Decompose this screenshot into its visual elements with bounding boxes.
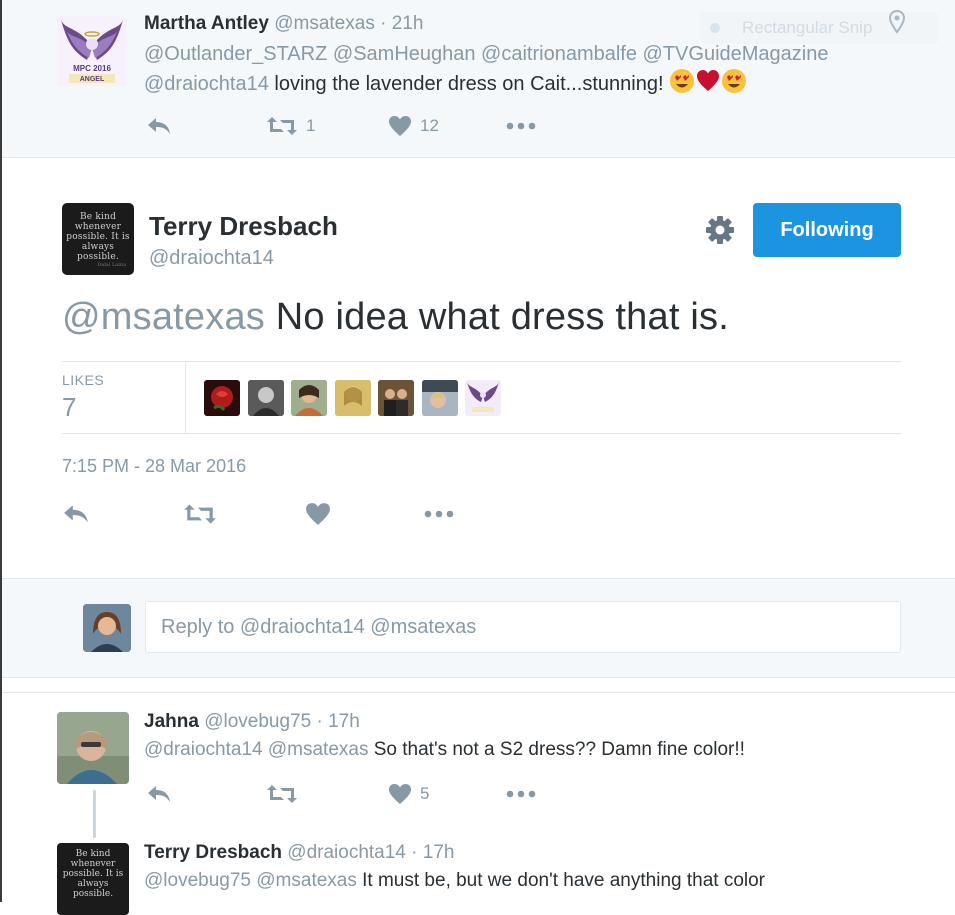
my-avatar bbox=[83, 604, 131, 652]
mention-list[interactable]: @Outlander_STARZ @SamHeughan @caitrionam… bbox=[144, 43, 828, 65]
likes-count[interactable]: 7 bbox=[62, 392, 76, 423]
tweet-body: loving the lavender dress on Cait...stun… bbox=[274, 73, 664, 95]
avatar[interactable]: MPC 2016 ANGEL bbox=[57, 16, 127, 86]
author-name[interactable]: Martha Antley bbox=[144, 13, 269, 34]
avatar-subtext: ANGEL bbox=[80, 76, 105, 83]
thread-connector bbox=[93, 790, 96, 838]
avatar[interactable]: Be kind whenever possible. It is always … bbox=[57, 843, 129, 915]
stats-divider bbox=[185, 362, 186, 433]
liker-avatar[interactable] bbox=[378, 380, 414, 416]
following-button[interactable]: Following bbox=[753, 203, 901, 257]
retweet-count: 1 bbox=[306, 116, 316, 135]
retweet-icon bbox=[267, 117, 297, 135]
retweet-button[interactable]: 1 bbox=[266, 111, 315, 141]
mention-list[interactable]: @draiochta14 @msatexas bbox=[144, 739, 368, 760]
like-button[interactable]: 12 bbox=[388, 111, 439, 141]
more-button[interactable] bbox=[506, 779, 536, 809]
liker-avatar[interactable] bbox=[291, 380, 327, 416]
tweet-body: No idea what dress that is. bbox=[275, 296, 729, 338]
like-button[interactable]: 5 bbox=[388, 779, 429, 809]
like-button[interactable] bbox=[305, 499, 331, 529]
retweet-button[interactable] bbox=[266, 779, 298, 809]
avatar-quote-text: Be kind whenever possible. It is always … bbox=[62, 849, 124, 899]
author-name[interactable]: Jahna bbox=[144, 711, 199, 732]
avatar[interactable] bbox=[57, 712, 129, 784]
more-button[interactable] bbox=[506, 111, 536, 141]
heart-eyes-emoji-icon bbox=[669, 68, 695, 102]
avatar-text: MPC 2016 bbox=[73, 64, 111, 73]
reply-input[interactable]: Reply to @draiochta14 @msatexas bbox=[145, 601, 901, 653]
record-dot-icon bbox=[710, 23, 720, 33]
author-name[interactable]: Terry Dresbach bbox=[149, 211, 338, 242]
mention[interactable]: @msatexas bbox=[62, 296, 265, 338]
author-handle[interactable]: @lovebug75 bbox=[204, 711, 311, 732]
reply-placeholder: Reply to @draiochta14 @msatexas bbox=[161, 616, 477, 638]
separator-dot: · bbox=[380, 13, 387, 34]
separator-dot: · bbox=[316, 711, 323, 732]
tweet-header: Terry Dresbach @draiochta14 · 17h bbox=[144, 842, 454, 864]
tweet-stats: LIKES 7 bbox=[62, 361, 901, 434]
reply-button[interactable] bbox=[146, 779, 172, 809]
liker-avatar[interactable] bbox=[248, 380, 284, 416]
avatar[interactable]: Be kind whenever possible. It is always … bbox=[62, 203, 134, 275]
liker-avatar[interactable] bbox=[422, 380, 458, 416]
tweet-text: @msatexas No idea what dress that is. bbox=[62, 296, 729, 339]
avatar-signature: Dalai Lama bbox=[97, 262, 126, 268]
like-count: 5 bbox=[420, 784, 430, 803]
more-dots-icon bbox=[506, 790, 536, 798]
reply-button[interactable] bbox=[62, 499, 90, 529]
reply-button[interactable] bbox=[146, 111, 172, 141]
reply-icon bbox=[148, 118, 170, 134]
like-count: 12 bbox=[420, 116, 439, 135]
more-button[interactable] bbox=[423, 499, 455, 529]
tweet-text: @lovebug75 @msatexas It must be, but we … bbox=[144, 867, 765, 895]
author-handle[interactable]: @msatexas bbox=[274, 13, 375, 34]
heart-icon bbox=[306, 503, 330, 525]
location-pin-icon bbox=[888, 9, 906, 39]
liker-avatar[interactable] bbox=[204, 380, 240, 416]
more-dots-icon bbox=[424, 510, 454, 518]
retweet-button[interactable] bbox=[183, 499, 217, 529]
separator-dot: · bbox=[411, 842, 418, 863]
author-handle[interactable]: @draiochta14 bbox=[287, 842, 406, 863]
divider bbox=[2, 692, 955, 693]
author-handle[interactable]: @draiochta14 bbox=[149, 247, 274, 270]
tweet-time[interactable]: 17h bbox=[423, 842, 455, 863]
tweet-header: Jahna @lovebug75 · 17h bbox=[144, 711, 360, 733]
retweet-icon bbox=[184, 504, 216, 524]
heart-eyes-emoji-icon bbox=[721, 68, 747, 102]
heart-icon bbox=[389, 784, 411, 804]
avatar-quote-text: Be kind whenever possible. It is always … bbox=[66, 212, 130, 262]
mention-list[interactable]: @lovebug75 @msatexas bbox=[144, 870, 357, 891]
more-dots-icon bbox=[506, 122, 536, 130]
tweet-body: It must be, but we don't have anything t… bbox=[362, 870, 766, 891]
tweet-text: @draiochta14 @msatexas So that's not a S… bbox=[144, 736, 745, 764]
tweet-time[interactable]: 17h bbox=[328, 711, 360, 732]
liker-avatar[interactable] bbox=[335, 380, 371, 416]
author-name[interactable]: Terry Dresbach bbox=[144, 842, 282, 863]
reply-icon bbox=[148, 786, 170, 802]
snip-label: Rectangular Snip bbox=[742, 18, 873, 37]
tweet-header: Martha Antley @msatexas · 21h bbox=[144, 13, 423, 35]
liker-avatar[interactable] bbox=[465, 380, 501, 416]
tweet-timestamp[interactable]: 7:15 PM - 28 Mar 2016 bbox=[62, 456, 246, 477]
heart-icon bbox=[389, 116, 411, 136]
likes-label[interactable]: LIKES bbox=[62, 372, 104, 388]
tweet-body: So that's not a S2 dress?? Damn fine col… bbox=[373, 739, 745, 760]
red-heart-emoji-icon bbox=[695, 68, 721, 102]
reply-icon bbox=[64, 505, 88, 523]
gear-icon[interactable] bbox=[704, 214, 736, 251]
mention[interactable]: @draiochta14 bbox=[144, 73, 269, 95]
tweet-text: @Outlander_STARZ @SamHeughan @caitrionam… bbox=[144, 40, 828, 102]
retweet-icon bbox=[267, 785, 297, 803]
tweet-time[interactable]: 21h bbox=[392, 13, 424, 34]
